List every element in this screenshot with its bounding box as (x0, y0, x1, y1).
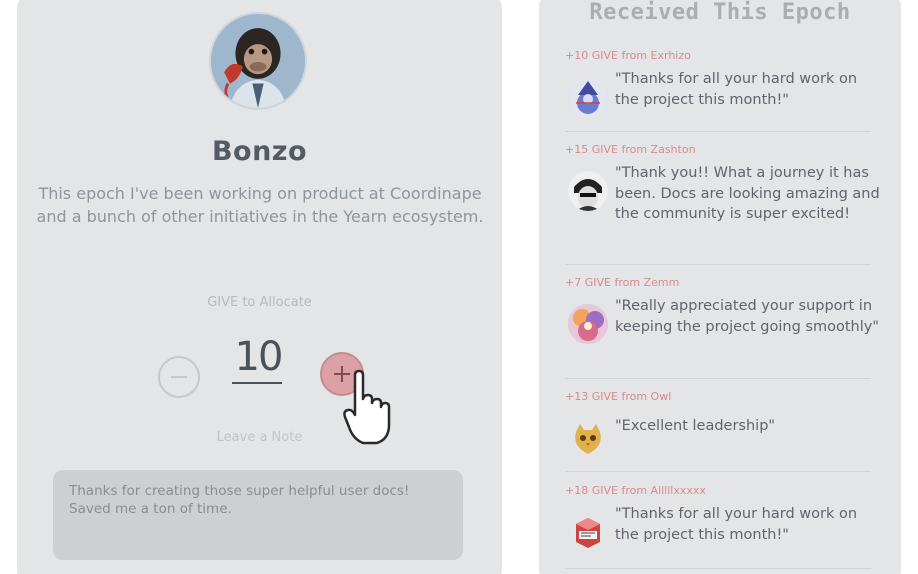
profile-bio: This epoch I've been working on product … (36, 184, 484, 226)
received-title: Received This Epoch (589, 0, 851, 25)
received-card: Received This Epoch +10 GIVE from Exrhiz… (539, 0, 901, 574)
gift-item: +7 GIVE from Zemm "Really appreciated yo… (565, 276, 879, 344)
divider (565, 471, 871, 472)
decrement-button[interactable] (158, 356, 200, 398)
give-amount-value[interactable]: 10 (227, 334, 289, 380)
cube-avatar-icon (568, 512, 608, 552)
gift-header: +13 GIVE from Owl (565, 390, 672, 403)
divider (565, 131, 871, 132)
profile-avatar (209, 12, 307, 110)
gift-item: +18 GIVE from Alllllxxxxx "Thanks for al… (565, 484, 870, 552)
divider (565, 264, 871, 265)
note-textarea[interactable]: Thanks for creating those super helpful … (53, 470, 463, 560)
colorful-avatar-icon (568, 304, 608, 344)
gift-item: +15 GIVE from Zashton "Thank you!! What … (565, 143, 880, 222)
bw-portrait-avatar-icon (568, 171, 608, 211)
amount-underline (232, 382, 282, 384)
gift-item: +10 GIVE from Exrhizo "Thanks for all yo… (565, 49, 870, 117)
gift-message: "Thanks for all your hard work on the pr… (615, 71, 858, 108)
gift-header: +15 GIVE from Zashton (565, 143, 696, 156)
gift-item: +13 GIVE from Owl "Excellent leadership" (565, 390, 870, 458)
owl-avatar-icon (568, 418, 608, 458)
gift-message: "Thank you!! What a journey it has been.… (615, 165, 880, 222)
leave-note-label: Leave a Note (216, 430, 303, 445)
gift-header: +7 GIVE from Zemm (565, 276, 680, 289)
gift-header: +18 GIVE from Alllllxxxxx (565, 484, 706, 497)
chimp-portrait-icon (211, 14, 305, 108)
gift-header: +10 GIVE from Exrhizo (565, 49, 691, 62)
divider (565, 568, 871, 569)
profile-name: Bonzo (211, 136, 308, 167)
gift-message: "Really appreciated your support in keep… (615, 298, 879, 335)
divider (565, 378, 871, 379)
gift-message: "Excellent leadership" (615, 418, 776, 434)
gift-message: "Thanks for all your hard work on the pr… (615, 506, 858, 543)
wizard-avatar-icon (568, 77, 608, 117)
give-allocate-label: GIVE to Allocate (207, 295, 312, 310)
profile-card: Bonzo This epoch I've been working on pr… (17, 0, 502, 574)
page: Bonzo This epoch I've been working on pr… (0, 0, 918, 574)
